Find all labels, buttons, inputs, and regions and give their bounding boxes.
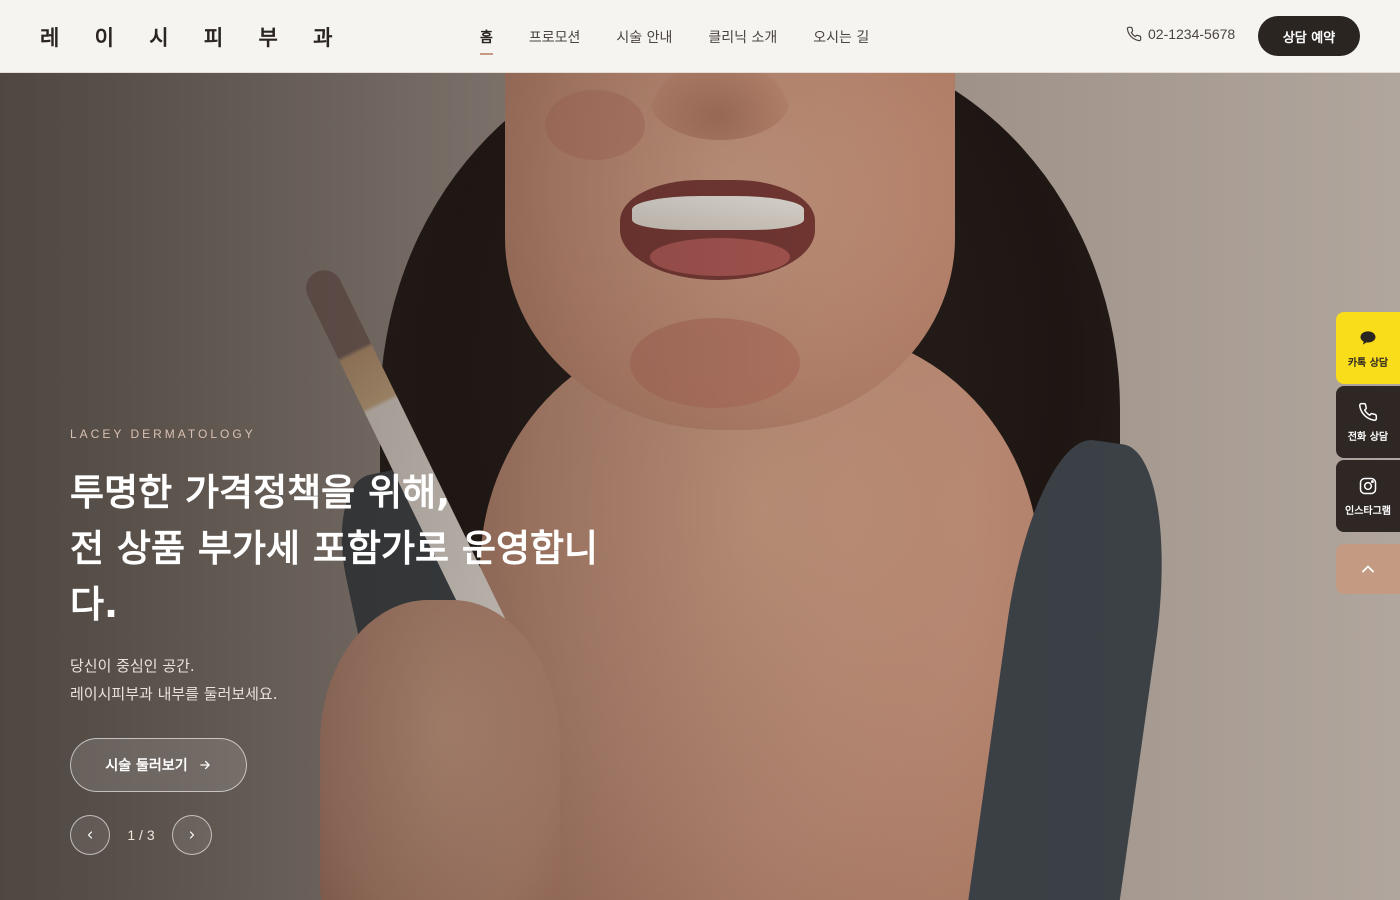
logo[interactable]: 레 이 시 피 부 과 (40, 22, 346, 52)
slider-next-button[interactable] (172, 815, 212, 855)
header-phone-number: 02-1234-5678 (1148, 26, 1236, 42)
hero-subtext-line: 당신이 중심인 공간. (70, 657, 195, 675)
header-phone[interactable]: 02-1234-5678 (1126, 26, 1235, 42)
hero-headline-line: 전 상품 부가세 포함가로 운영합니 (70, 527, 599, 570)
tour-button-label: 시술 둘러보기 (105, 758, 188, 774)
nav-item-directions[interactable]: 오시는 길 (813, 23, 869, 51)
main-nav: 홈 프로모션 시술 안내 클리닉 소개 오시는 길 (480, 0, 869, 73)
instagram-button[interactable]: 인스타그램 (1336, 460, 1400, 532)
kakao-consult-button[interactable]: 카톡 상담 (1336, 312, 1400, 384)
chevron-up-icon (1362, 565, 1374, 573)
chevron-left-icon (87, 831, 93, 839)
chat-bubble-icon (1360, 330, 1376, 345)
slider-counter: 1 / 3 (127, 827, 155, 843)
hero-headline-line: 투명한 가격정책을 위해, (70, 471, 451, 514)
arrow-right-icon (199, 760, 210, 770)
hero-eyebrow: LACEY DERMATOLOGY (70, 427, 256, 441)
phone-icon (1359, 402, 1378, 421)
hero-headline-line: 다. (70, 583, 119, 626)
chevron-right-icon (189, 831, 195, 839)
nav-item-treatments[interactable]: 시술 안내 (616, 23, 672, 51)
kakao-consult-label: 카톡 상담 (1347, 357, 1389, 369)
hero-headline: 투명한 가격정책을 위해, 전 상품 부가세 포함가로 운영합니 다. (70, 465, 670, 633)
tour-treatments-button[interactable]: 시술 둘러보기 (70, 738, 247, 792)
hero-subtext-line: 레이시피부과 내부를 둘러보세요. (70, 685, 278, 703)
nav-item-clinic[interactable]: 클리닉 소개 (708, 23, 777, 51)
phone-consult-label: 전화 상담 (1347, 431, 1389, 443)
booking-button[interactable]: 상담 예약 (1258, 16, 1360, 56)
instagram-icon (1359, 477, 1377, 494)
slider-prev-button[interactable] (70, 815, 110, 855)
phone-consult-button[interactable]: 전화 상담 (1336, 386, 1400, 458)
instagram-label: 인스타그램 (1345, 505, 1391, 517)
hero-subtext: 당신이 중심인 공간. 레이시피부과 내부를 둘러보세요. (70, 652, 278, 708)
phone-icon (1126, 26, 1142, 42)
floating-side-menu: 카톡 상담 전화 상담 인스타그램 (1336, 312, 1400, 594)
nav-item-home[interactable]: 홈 (480, 23, 493, 55)
site-header: 레 이 시 피 부 과 홈 프로모션 시술 안내 클리닉 소개 오시는 길 02… (0, 0, 1400, 73)
hero-slider-controls: 1 / 3 (70, 815, 212, 855)
nav-item-promotion[interactable]: 프로모션 (529, 23, 581, 51)
scroll-top-button[interactable] (1336, 544, 1400, 594)
